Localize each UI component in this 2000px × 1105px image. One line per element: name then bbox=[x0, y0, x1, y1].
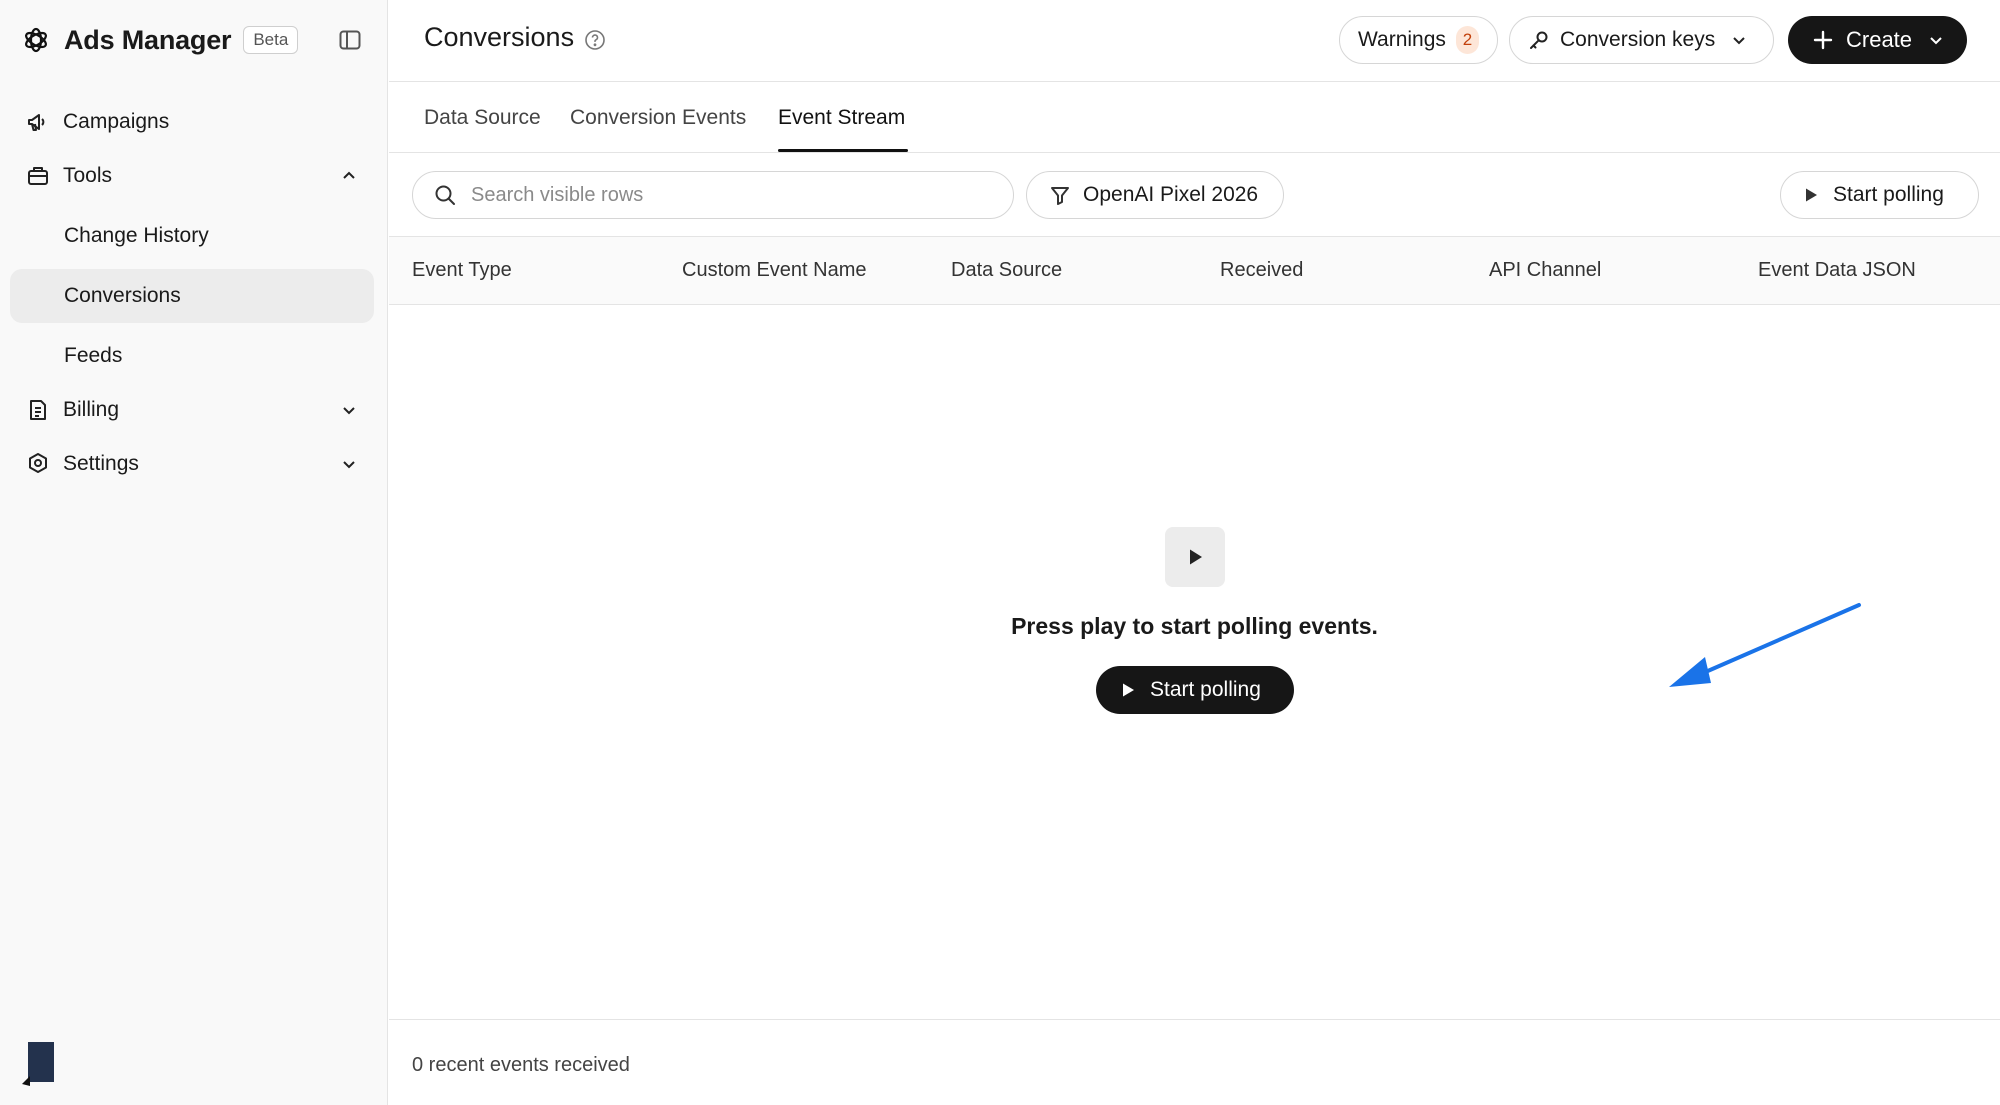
sidebar-item-label: Campaigns bbox=[63, 110, 170, 133]
warnings-count-badge: 2 bbox=[1455, 26, 1479, 54]
openai-logo-icon bbox=[20, 24, 52, 56]
sidebar-item-change-history[interactable]: Change History bbox=[10, 209, 374, 263]
account-switcher[interactable] bbox=[20, 1036, 250, 1090]
data-source-filter-button[interactable]: OpenAI Pixel 2026 bbox=[1026, 171, 1284, 219]
conversion-keys-button[interactable]: Conversion keys bbox=[1509, 16, 1774, 64]
create-button[interactable]: Create bbox=[1788, 16, 1967, 64]
tab-data-source[interactable]: Data Source bbox=[424, 106, 541, 130]
chevron-down-icon[interactable] bbox=[338, 453, 360, 475]
annotation-arrow-icon bbox=[1669, 603, 1861, 687]
help-icon[interactable] bbox=[584, 29, 606, 51]
conversion-keys-label: Conversion keys bbox=[1560, 28, 1716, 51]
tab-event-stream[interactable]: Event Stream bbox=[778, 106, 905, 130]
beta-badge: Beta bbox=[243, 26, 299, 54]
tab-conversion-events[interactable]: Conversion Events bbox=[570, 106, 746, 130]
warnings-label: Warnings bbox=[1358, 28, 1446, 51]
play-icon bbox=[1120, 682, 1136, 698]
sidebar-item-feeds[interactable]: Feeds bbox=[10, 329, 374, 383]
column-header-data-source: Data Source bbox=[951, 259, 1063, 281]
sidebar-item-tools[interactable]: Tools bbox=[10, 149, 374, 203]
sidebar: Ads Manager Beta Campaigns Tools Change … bbox=[0, 0, 388, 1105]
start-polling-label: Start polling bbox=[1150, 678, 1261, 701]
billing-icon bbox=[24, 396, 52, 424]
sidebar-item-settings[interactable]: Settings bbox=[10, 437, 374, 491]
sidebar-item-billing[interactable]: Billing bbox=[10, 383, 374, 437]
key-icon bbox=[1528, 29, 1550, 51]
page-title: Conversions bbox=[424, 22, 575, 52]
sidebar-item-campaigns[interactable]: Campaigns bbox=[10, 95, 374, 149]
column-header-api-channel: API Channel bbox=[1489, 259, 1602, 281]
status-footer: 0 recent events received bbox=[389, 1019, 2000, 1105]
sidebar-item-label: Billing bbox=[63, 398, 120, 421]
start-polling-toolbar-button[interactable]: Start polling bbox=[1780, 171, 1979, 219]
filter-icon bbox=[1049, 184, 1071, 206]
app-title: Ads Manager bbox=[64, 24, 232, 55]
sidebar-item-label: Tools bbox=[63, 164, 113, 187]
megaphone-icon bbox=[24, 108, 52, 136]
start-polling-button[interactable]: Start polling bbox=[1096, 666, 1294, 714]
search-box[interactable] bbox=[412, 171, 1014, 219]
gear-icon bbox=[24, 450, 52, 478]
toolbar: OpenAI Pixel 2026 Start polling bbox=[389, 153, 2000, 237]
main-content: Conversions Warnings 2 Conversion keys C… bbox=[389, 0, 2000, 1105]
sidebar-toggle-icon[interactable] bbox=[338, 28, 362, 52]
sidebar-item-label: Settings bbox=[63, 452, 139, 475]
search-input[interactable] bbox=[471, 183, 991, 207]
column-header-event-type: Event Type bbox=[412, 259, 512, 281]
column-header-received: Received bbox=[1220, 259, 1304, 281]
chevron-down-icon[interactable] bbox=[338, 399, 360, 421]
chevron-up-icon[interactable] bbox=[338, 165, 360, 187]
top-bar: Conversions Warnings 2 Conversion keys C… bbox=[389, 0, 2000, 82]
create-label: Create bbox=[1846, 27, 1913, 52]
search-icon bbox=[433, 183, 457, 207]
table-header: Event Type Custom Event Name Data Source… bbox=[389, 237, 2000, 305]
sidebar-item-label: Change History bbox=[64, 224, 209, 247]
chevron-down-icon bbox=[1926, 30, 1946, 50]
avatar bbox=[20, 1040, 56, 1086]
plus-icon bbox=[1812, 29, 1834, 51]
column-header-event-data-json: Event Data JSON bbox=[1758, 259, 1916, 281]
tab-bar: Data Source Conversion Events Event Stre… bbox=[389, 82, 2000, 153]
sidebar-item-label: Conversions bbox=[64, 284, 181, 307]
events-received-status: 0 recent events received bbox=[412, 1054, 630, 1076]
chevron-down-icon bbox=[1729, 30, 1749, 50]
play-icon bbox=[1803, 187, 1819, 203]
toolbox-icon bbox=[24, 162, 52, 190]
active-tab-indicator bbox=[778, 149, 908, 152]
brand[interactable]: Ads Manager Beta bbox=[20, 18, 299, 62]
start-polling-label: Start polling bbox=[1833, 183, 1944, 206]
column-header-custom-event-name: Custom Event Name bbox=[682, 259, 867, 281]
sidebar-item-conversions[interactable]: Conversions bbox=[10, 269, 374, 323]
play-icon bbox=[1165, 527, 1225, 587]
sidebar-item-label: Feeds bbox=[64, 344, 123, 367]
filter-label: OpenAI Pixel 2026 bbox=[1083, 183, 1259, 206]
warnings-button[interactable]: Warnings 2 bbox=[1339, 16, 1498, 64]
